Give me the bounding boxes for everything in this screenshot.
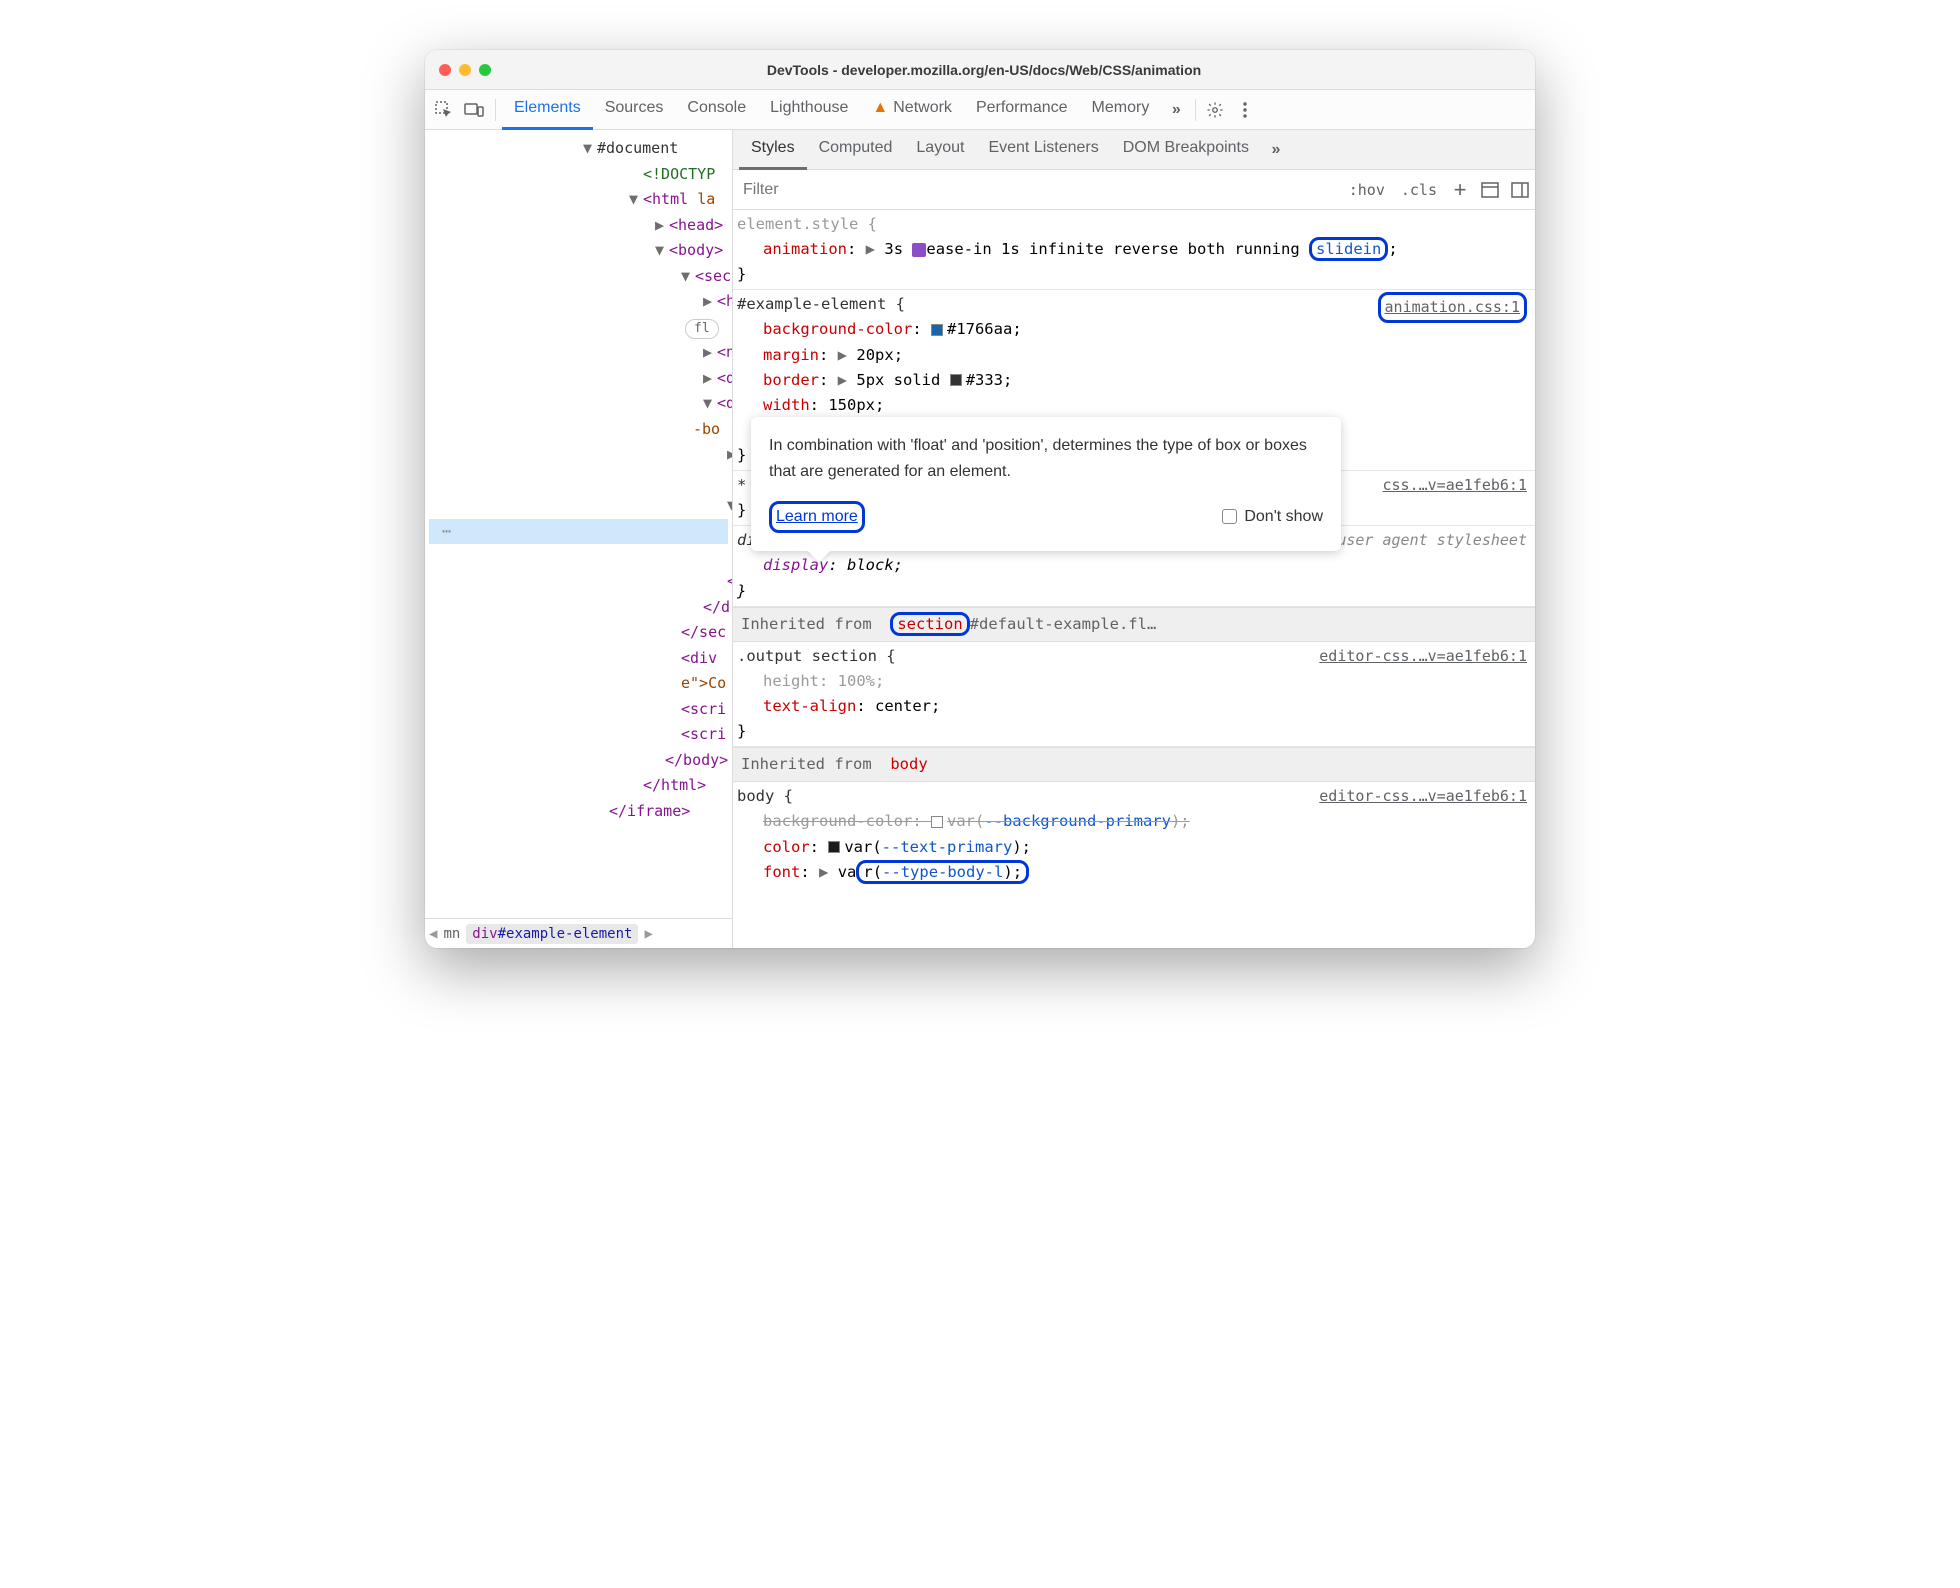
tab-console[interactable]: Console (675, 90, 758, 130)
breadcrumb-next-icon[interactable]: ▶ (644, 926, 652, 942)
warning-icon: ▲ (872, 99, 888, 117)
tab-lighthouse[interactable]: Lighthouse (758, 90, 860, 130)
subtab-computed[interactable]: Computed (807, 130, 905, 170)
dom-doctype[interactable]: <!DOCTYP (433, 162, 732, 188)
dom-header[interactable]: <he (717, 292, 732, 310)
window-title: DevTools - developer.mozilla.org/en-US/d… (491, 62, 1477, 78)
tooltip-body: In combination with 'float' and 'positio… (769, 433, 1323, 485)
breadcrumb-prev-icon[interactable]: ◀ (429, 926, 437, 942)
source-link[interactable]: editor-css.…v=ae1feb6:1 (1319, 644, 1527, 668)
breadcrumb-item-selected[interactable]: div#example-element (466, 924, 638, 944)
color-swatch[interactable] (931, 816, 943, 828)
filter-input[interactable] (733, 181, 1341, 199)
main-tabs: Elements Sources Console Lighthouse ▲ Net… (425, 90, 1535, 130)
cls-toggle[interactable]: .cls (1393, 170, 1445, 210)
dom-script2[interactable]: <scri (433, 722, 732, 748)
styles-panel: Styles Computed Layout Event Listeners D… (733, 130, 1535, 948)
dom-body[interactable]: <body> (669, 241, 723, 259)
color-swatch[interactable] (828, 841, 840, 853)
breadcrumb-item[interactable]: mn (443, 926, 460, 942)
color-swatch[interactable] (950, 374, 962, 386)
maximize-window-button[interactable] (479, 64, 491, 76)
dom-flex-badge[interactable]: fl (685, 319, 719, 339)
dom-script1[interactable]: <scri (433, 697, 732, 723)
dom-root[interactable]: #document (597, 139, 678, 157)
tab-performance[interactable]: Performance (964, 90, 1080, 130)
toggle-panel-icon[interactable] (1505, 175, 1535, 205)
dom-section[interactable]: <sect (695, 267, 732, 285)
style-rule-output-section[interactable]: editor-css.…v=ae1feb6:1 .output section … (733, 642, 1535, 747)
breadcrumb: ◀ mn div#example-element ▶ (425, 918, 732, 948)
traffic-lights (439, 64, 491, 76)
minimize-window-button[interactable] (459, 64, 471, 76)
more-subtabs-icon[interactable]: » (1261, 135, 1291, 165)
tab-network-label: Network (893, 99, 952, 117)
css-var-link[interactable]: --type-body-l (882, 863, 1003, 881)
dom-div-close[interactable]: </d (433, 595, 732, 621)
subtab-layout[interactable]: Layout (904, 130, 976, 170)
tab-elements[interactable]: Elements (502, 90, 593, 130)
inherited-from-section: Inherited from section#default-example.f… (733, 607, 1535, 642)
titlebar: DevTools - developer.mozilla.org/en-US/d… (425, 50, 1535, 90)
close-window-button[interactable] (439, 64, 451, 76)
tab-network[interactable]: ▲ Network (860, 90, 964, 130)
tab-sources[interactable]: Sources (593, 90, 676, 130)
inherited-tag[interactable]: body (890, 755, 927, 773)
learn-more-link[interactable]: Learn more (769, 501, 865, 533)
dom-body-close[interactable]: </body> (433, 748, 732, 774)
source-link[interactable]: css.…v=ae1feb6:1 (1383, 473, 1528, 497)
dom-div2[interactable]: <di (717, 394, 732, 412)
hov-toggle[interactable]: :hov (1341, 170, 1393, 210)
new-rule-icon[interactable]: + (1445, 175, 1475, 205)
gear-icon[interactable] (1200, 95, 1230, 125)
dom-tree[interactable]: ▼#document <!DOCTYP ▼<html la ▶<head> ▼<… (425, 130, 732, 918)
subtab-event-listeners[interactable]: Event Listeners (976, 130, 1110, 170)
inherited-from-body: Inherited from body (733, 747, 1535, 782)
source-link[interactable]: animation.css:1 (1378, 292, 1527, 322)
dom-iframe-close[interactable]: </iframe> (433, 799, 732, 825)
help-tooltip: In combination with 'float' and 'positio… (751, 417, 1341, 551)
dont-show-checkbox[interactable]: Don't show (1222, 504, 1323, 530)
dom-section-close[interactable]: </sec (433, 620, 732, 646)
style-rule-body[interactable]: editor-css.…v=ae1feb6:1 body { backgroun… (733, 782, 1535, 886)
easing-icon[interactable] (912, 243, 926, 257)
animation-name-link[interactable]: slidein (1309, 237, 1388, 261)
inherited-tag[interactable]: section (890, 612, 969, 636)
dom-div1[interactable]: <di (717, 369, 732, 387)
dom-html[interactable]: <html (643, 190, 688, 208)
inspect-element-icon[interactable] (429, 95, 459, 125)
device-toggle-icon[interactable] (459, 95, 489, 125)
color-swatch[interactable] (931, 324, 943, 336)
style-rule-element[interactable]: element.style { animation: ▶ 3s ease-in … (733, 210, 1535, 290)
more-tabs-icon[interactable]: » (1161, 95, 1191, 125)
ua-stylesheet-label: user agent stylesheet (1337, 528, 1527, 552)
dom-panel: ▼#document <!DOCTYP ▼<html la ▶<head> ▼<… (425, 130, 733, 948)
subtab-dom-breakpoints[interactable]: DOM Breakpoints (1111, 130, 1261, 170)
source-link[interactable]: editor-css.…v=ae1feb6:1 (1319, 784, 1527, 808)
dom-html-close[interactable]: </html> (433, 773, 732, 799)
subtab-styles[interactable]: Styles (739, 130, 807, 170)
dom-div3[interactable]: <div (681, 649, 717, 667)
dom-selected-row[interactable]: ⋯ (429, 519, 728, 545)
dom-head[interactable]: <head> (669, 216, 723, 234)
kebab-menu-icon[interactable] (1230, 95, 1260, 125)
tab-memory[interactable]: Memory (1080, 90, 1162, 130)
dom-node1[interactable]: <no (717, 343, 732, 361)
computed-toggle-icon[interactable] (1475, 175, 1505, 205)
